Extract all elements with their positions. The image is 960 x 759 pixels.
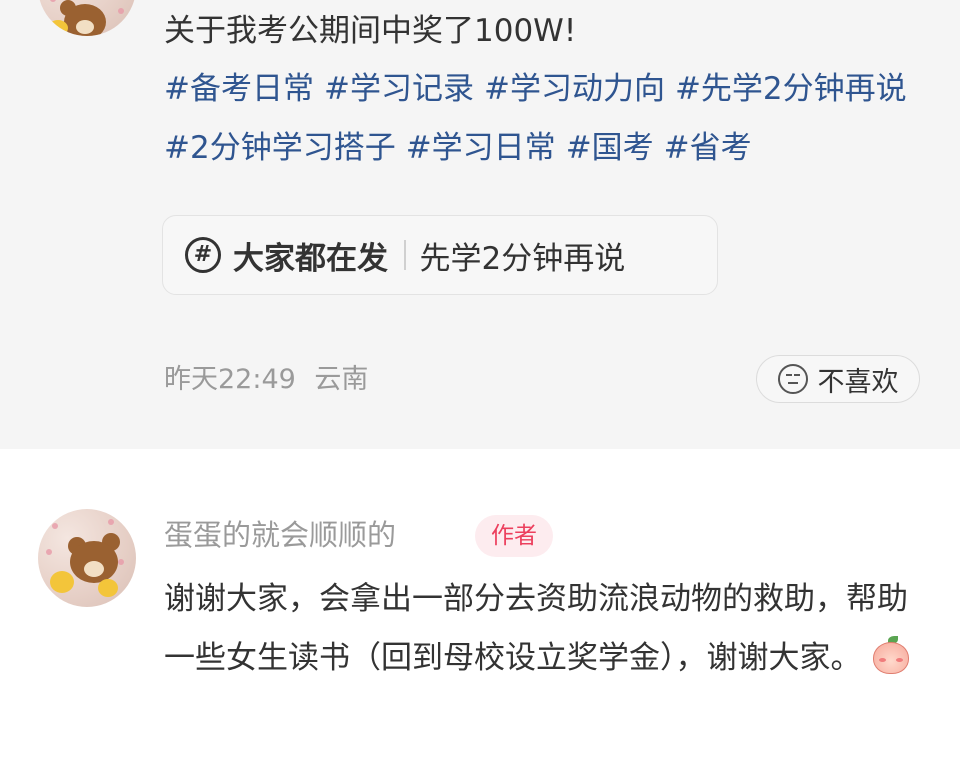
hashtag-icon: #: [185, 237, 221, 273]
hashtag-link[interactable]: #2分钟学习搭子: [164, 130, 396, 166]
hashtag-link[interactable]: #国考: [566, 130, 654, 166]
post-time: 昨天22:49: [164, 364, 296, 395]
topic-label: 大家都在发: [233, 240, 388, 277]
topic-divider: [404, 240, 406, 270]
comment-text: 谢谢大家，会拿出一部分去资助流浪动物的救助，帮助一些女生读书（回到母校设立奖学金…: [164, 581, 908, 676]
hashtag-link[interactable]: #先学2分钟再说: [675, 71, 907, 107]
peach-kiss-emoji: [870, 636, 912, 674]
author-avatar[interactable]: [38, 0, 136, 36]
commenter-avatar[interactable]: [38, 509, 136, 607]
post-meta: 昨天22:49 云南: [164, 360, 368, 400]
hashtag-list: #备考日常 #学习记录 #学习动力向 #先学2分钟再说 #2分钟学习搭子 #学习日常 #国考…: [164, 60, 934, 178]
topic-name: 先学2分钟再说: [419, 240, 626, 277]
hashtag-link[interactable]: #学习动力向: [484, 71, 665, 107]
post-section: 关于我考公期间中奖了100W! #备考日常 #学习记录 #学习动力向 #先学2分钟再说…: [0, 0, 960, 449]
dislike-button[interactable]: 不喜欢: [756, 355, 920, 403]
meh-face-icon: [777, 364, 808, 394]
comment-author-name[interactable]: 蛋蛋的就会顺顺的: [164, 513, 396, 557]
hashtag-link[interactable]: #学习记录: [324, 71, 474, 107]
comment-body: 谢谢大家，会拿出一部分去资助流浪动物的救助，帮助一些女生读书（回到母校设立奖学金…: [164, 570, 934, 688]
topic-card[interactable]: # 大家都在发 先学2分钟再说: [162, 215, 718, 295]
author-badge: 作者: [475, 515, 553, 557]
hashtag-link[interactable]: #学习日常: [406, 130, 556, 166]
hashtag-link[interactable]: #备考日常: [164, 71, 314, 107]
post-title: 关于我考公期间中奖了100W!: [164, 13, 577, 49]
hashtag-link[interactable]: #省考: [664, 130, 752, 166]
post-location: 云南: [314, 364, 369, 395]
dislike-label: 不喜欢: [817, 366, 899, 398]
